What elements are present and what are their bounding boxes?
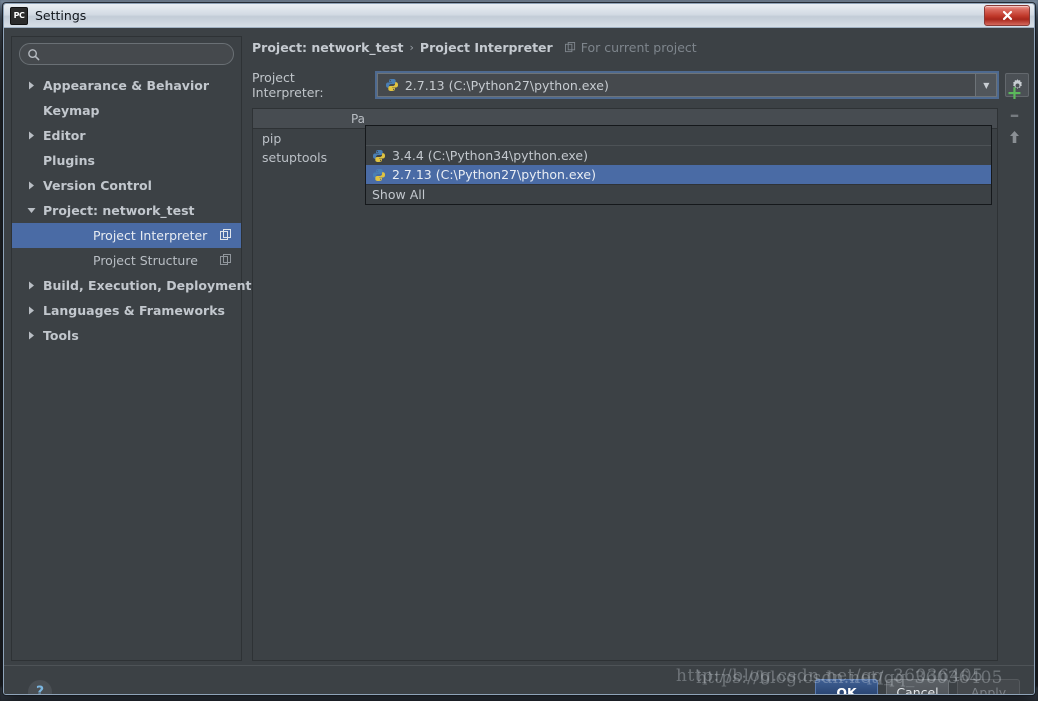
- chevron-down-icon: [27, 208, 36, 213]
- question-mark-icon: ?: [35, 684, 45, 695]
- column-header-package[interactable]: Pa: [253, 112, 369, 126]
- settings-dialog: PC Settings Appearance & Behavior Keymap…: [3, 3, 1035, 695]
- interpreter-value: 2.7.13 (C:\Python27\python.exe): [404, 77, 609, 93]
- package-toolbar: + –: [1002, 82, 1027, 182]
- python-icon: [385, 79, 398, 91]
- footer-divider: [4, 665, 1034, 666]
- breadcrumb-page: Project Interpreter: [419, 39, 553, 55]
- dialog-buttons: OK Cancel Apply: [815, 679, 1020, 694]
- sidebar-item-project[interactable]: Project: network_test: [12, 198, 241, 223]
- sidebar-item-editor[interactable]: Editor: [12, 123, 241, 148]
- sidebar-item-plugins[interactable]: Plugins: [12, 148, 241, 173]
- add-package-button[interactable]: +: [1002, 82, 1027, 104]
- breadcrumb: Project: network_test › Project Interpre…: [250, 36, 1029, 58]
- sidebar-item-label: Project Interpreter: [93, 228, 208, 243]
- minus-icon: –: [1009, 104, 1020, 126]
- scope-note-label: For current project: [580, 39, 697, 55]
- chevron-right-icon: [29, 131, 34, 140]
- interpreter-label: Project Interpreter:: [252, 70, 324, 100]
- sidebar-item-project-interpreter[interactable]: Project Interpreter: [12, 223, 241, 248]
- dropdown-option-label: 2.7.13 (C:\Python27\python.exe): [392, 167, 596, 182]
- dropdown-option-label: 3.4.4 (C:\Python34\python.exe): [392, 148, 589, 163]
- chevron-right-icon: [29, 81, 34, 90]
- settings-tree: Appearance & Behavior Keymap Editor Plug…: [12, 73, 251, 348]
- chevron-right-icon: [29, 306, 34, 315]
- chevron-right-icon: [29, 331, 34, 340]
- search-box[interactable]: [19, 43, 234, 65]
- breadcrumb-project[interactable]: Project: network_test: [252, 40, 404, 55]
- sidebar-item-build-execution-deployment[interactable]: Build, Execution, Deployment: [12, 273, 251, 298]
- sidebar-item-label: Project Structure: [93, 253, 198, 268]
- module-icon: [564, 41, 575, 52]
- scope-note: For current project: [564, 39, 697, 55]
- apply-button: Apply: [957, 679, 1020, 694]
- ok-button[interactable]: OK: [815, 679, 878, 694]
- pycharm-icon: PC: [10, 6, 28, 25]
- combobox-arrow-button[interactable]: ▼: [975, 74, 997, 96]
- interpreter-row: Project Interpreter: 2.7.13 (C:\Python27…: [252, 70, 1029, 100]
- cancel-button[interactable]: Cancel: [886, 679, 949, 694]
- sidebar-item-label: Project: network_test: [43, 203, 195, 218]
- window-title: Settings: [35, 8, 87, 23]
- sidebar-item-label: Appearance & Behavior: [43, 78, 209, 93]
- dropdown-option-python34[interactable]: 3.4.4 (C:\Python34\python.exe): [366, 146, 991, 165]
- title-bar: PC Settings: [4, 4, 1034, 28]
- sidebar-item-appearance-behavior[interactable]: Appearance & Behavior: [12, 73, 241, 98]
- dialog-body: Appearance & Behavior Keymap Editor Plug…: [4, 28, 1034, 695]
- sidebar-item-tools[interactable]: Tools: [12, 323, 241, 348]
- sidebar-item-label: Editor: [43, 128, 86, 143]
- plus-icon: +: [1006, 82, 1023, 104]
- sidebar-item-label: Tools: [43, 328, 79, 343]
- close-icon: [1002, 10, 1012, 21]
- breadcrumb-separator: ›: [409, 40, 414, 54]
- settings-sidebar: Appearance & Behavior Keymap Editor Plug…: [11, 36, 251, 661]
- chevron-down-icon: ▼: [983, 80, 990, 90]
- sidebar-item-version-control[interactable]: Version Control: [12, 173, 241, 198]
- sidebar-item-label: Languages & Frameworks: [43, 303, 225, 318]
- sidebar-item-label: Build, Execution, Deployment: [43, 278, 252, 293]
- remove-package-button[interactable]: –: [1002, 104, 1027, 126]
- interpreter-dropdown-popup: 3.4.4 (C:\Python34\python.exe) 2.7.13 (C…: [365, 125, 992, 205]
- sidebar-item-label: Plugins: [43, 153, 95, 168]
- upgrade-package-button[interactable]: [1002, 126, 1027, 148]
- dropdown-show-all[interactable]: Show All: [366, 184, 991, 204]
- sidebar-item-label: Version Control: [43, 178, 152, 193]
- sidebar-item-project-structure[interactable]: Project Structure: [12, 248, 241, 273]
- python-icon: [372, 168, 386, 181]
- module-icon: [220, 254, 231, 265]
- chevron-right-icon: [29, 281, 34, 290]
- dropdown-blank-row[interactable]: [366, 126, 991, 146]
- package-name: pip: [262, 131, 282, 146]
- dropdown-option-python27[interactable]: 2.7.13 (C:\Python27\python.exe): [366, 165, 991, 184]
- search-icon: [28, 48, 40, 60]
- chevron-right-icon: [29, 181, 34, 190]
- sidebar-item-keymap[interactable]: Keymap: [12, 98, 241, 123]
- package-name: setuptools: [262, 150, 328, 165]
- upgrade-arrow-icon: [1010, 131, 1019, 143]
- close-button[interactable]: [984, 5, 1030, 26]
- interpreter-combobox[interactable]: 2.7.13 (C:\Python27\python.exe) ▼: [376, 73, 998, 97]
- module-icon: [220, 229, 231, 240]
- python-icon: [372, 149, 386, 162]
- sidebar-item-languages-frameworks[interactable]: Languages & Frameworks: [12, 298, 241, 323]
- search-input[interactable]: [44, 47, 225, 61]
- help-button[interactable]: ?: [28, 680, 52, 695]
- sidebar-item-label: Keymap: [43, 103, 100, 118]
